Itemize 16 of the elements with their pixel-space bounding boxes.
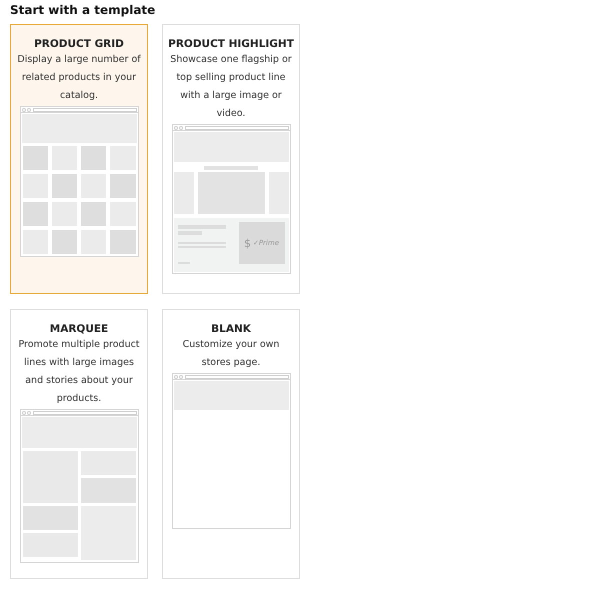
template-description: Promote multiple product lines with large images and stories about your products. (17, 338, 141, 406)
template-card[interactable]: BLANK Customize your own stores page. (162, 309, 300, 579)
side-image-placeholder (268, 172, 288, 214)
side-image-placeholder (174, 172, 194, 214)
price-symbol: $ (244, 238, 251, 248)
template-description: Showcase one flagship or top selling product line with a large image or video. (169, 53, 293, 121)
template-card[interactable]: PRODUCT GRID Display a large number of related products in your catalog. (10, 24, 148, 294)
template-card[interactable]: MARQUEE Promote multiple product lines with large images and stories about your products. (10, 309, 148, 579)
main-image-placeholder (198, 172, 264, 214)
section-heading: Start with a template (10, 2, 156, 18)
template-description: Customize your own stores page. (182, 338, 280, 370)
template-title: PRODUCT HIGHLIGHT (168, 37, 294, 51)
template-description: Display a large number of related products in your catalog. (16, 53, 142, 103)
template-title: BLANK (211, 322, 251, 336)
template-title: PRODUCT GRID (34, 37, 124, 51)
template-title: MARQUEE (50, 322, 108, 336)
